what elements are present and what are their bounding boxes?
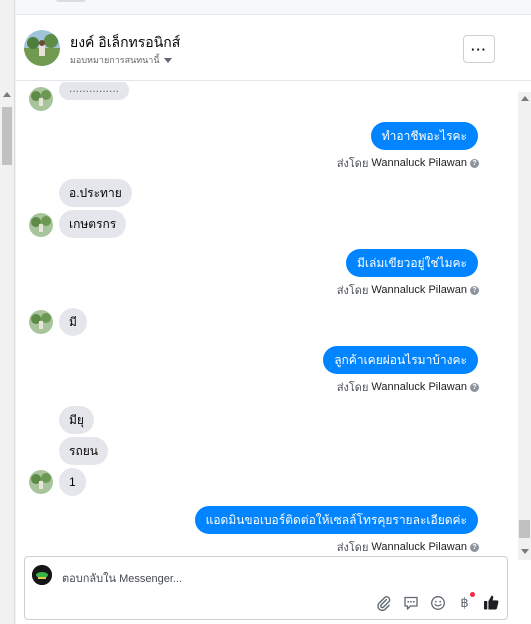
sent-by-prefix: ส่งโดย xyxy=(336,382,369,394)
sent-by-line: ส่งโดย Wannaluck Pilawan ? xyxy=(337,154,479,172)
baht-icon[interactable]: ฿ xyxy=(455,592,475,612)
left-scroll-up-arrow-icon[interactable] xyxy=(3,92,11,97)
customer-avatar xyxy=(29,310,53,334)
help-icon[interactable]: ? xyxy=(470,285,479,295)
help-icon[interactable]: ? xyxy=(470,542,479,552)
sent-by-line: ส่งโดย Wannaluck Pilawan ? xyxy=(337,538,479,554)
top-strip xyxy=(16,0,531,15)
thread-scroll-thumb[interactable] xyxy=(519,520,530,538)
customer-avatar xyxy=(29,87,53,111)
page-title[interactable]: ยงค์ อิเล็กทรอนิกส์ xyxy=(70,32,180,54)
message-bubble-outgoing: ลูกค้าเคยผ่อนไรมาบ้างคะ xyxy=(323,346,478,374)
sent-by-name: Wannaluck Pilawan xyxy=(371,157,467,169)
message-bubble-outgoing: มีเล่มเขียวอยู่ใช่ไมคะ xyxy=(345,249,478,277)
reply-input[interactable]: ตอบกลับใน Messenger... xyxy=(62,569,182,587)
customer-avatar xyxy=(29,470,53,494)
message-bubble-outgoing: ทำอาชีพอะไรคะ xyxy=(370,122,478,150)
baht-glyph: ฿ xyxy=(460,594,469,610)
sent-by-name: Wannaluck Pilawan xyxy=(371,284,467,296)
assign-conversation-label: มอบหมายการสนทนานี้ xyxy=(70,55,160,65)
left-scroll-thumb[interactable] xyxy=(2,107,12,165)
more-options-button[interactable]: ··· xyxy=(463,35,495,63)
message-bubble-outgoing: แอดมินขอเบอร์ติดต่อให้เซลล์โทรคุยรายละเอ… xyxy=(194,506,478,534)
thread-scrollbar[interactable] xyxy=(518,92,531,560)
sent-by-prefix: ส่งโดย xyxy=(336,285,369,297)
left-scrollbar[interactable] xyxy=(0,0,15,624)
sent-by-prefix: ส่งโดย xyxy=(336,158,369,170)
emoji-icon[interactable] xyxy=(428,593,447,612)
message-bubble-incoming-partial: ............... xyxy=(59,82,130,100)
thumbs-up-icon[interactable] xyxy=(482,593,501,612)
message-bubble-incoming: 1 xyxy=(59,468,86,496)
ellipsis-icon: ··· xyxy=(471,41,487,57)
sent-by-line: ส่งโดย Wannaluck Pilawan ? xyxy=(337,378,479,396)
notification-dot xyxy=(470,592,475,597)
message-bubble-incoming: อ.ประทาย xyxy=(59,179,132,207)
sent-by-line: ส่งโดย Wannaluck Pilawan ? xyxy=(337,281,479,299)
message-bubble-incoming: รถยน xyxy=(59,437,108,465)
scroll-down-arrow-icon[interactable] xyxy=(521,549,529,554)
help-icon[interactable]: ? xyxy=(470,382,479,392)
help-icon[interactable]: ? xyxy=(470,158,479,168)
message-bubble-incoming: เกษตรกร xyxy=(59,210,127,238)
conversation-header: ยงค์ อิเล็กทรอนิกส์ มอบหมายการสนทนานี้ ·… xyxy=(16,15,531,81)
message-thread: ............... ทำอาชีพอะไรคะ ส่งโดย Wan… xyxy=(16,82,516,554)
message-icon[interactable] xyxy=(401,593,420,612)
caret-down-icon xyxy=(163,57,172,63)
conversation-panel: ยงค์ อิเล็กทรอนิกส์ มอบหมายการสนทนานี้ ·… xyxy=(16,15,531,624)
customer-avatar xyxy=(29,213,53,237)
sent-by-prefix: ส่งโดย xyxy=(336,542,369,554)
sent-by-name: Wannaluck Pilawan xyxy=(371,541,467,553)
top-strip-stub xyxy=(56,0,86,2)
scroll-up-arrow-icon[interactable] xyxy=(521,96,529,101)
paperclip-icon[interactable] xyxy=(374,593,393,612)
message-bubble-incoming: มี xyxy=(59,308,87,336)
page-avatar-small xyxy=(32,565,52,585)
reply-composer[interactable]: ตอบกลับใน Messenger... ฿ xyxy=(24,556,508,620)
message-bubble-incoming: มียุ xyxy=(59,406,94,434)
assign-conversation-dropdown[interactable]: มอบหมายการสนทนานี้ xyxy=(70,53,172,67)
composer-toolbar: ฿ xyxy=(374,592,501,612)
page-avatar[interactable] xyxy=(24,30,60,66)
sent-by-name: Wannaluck Pilawan xyxy=(371,381,467,393)
